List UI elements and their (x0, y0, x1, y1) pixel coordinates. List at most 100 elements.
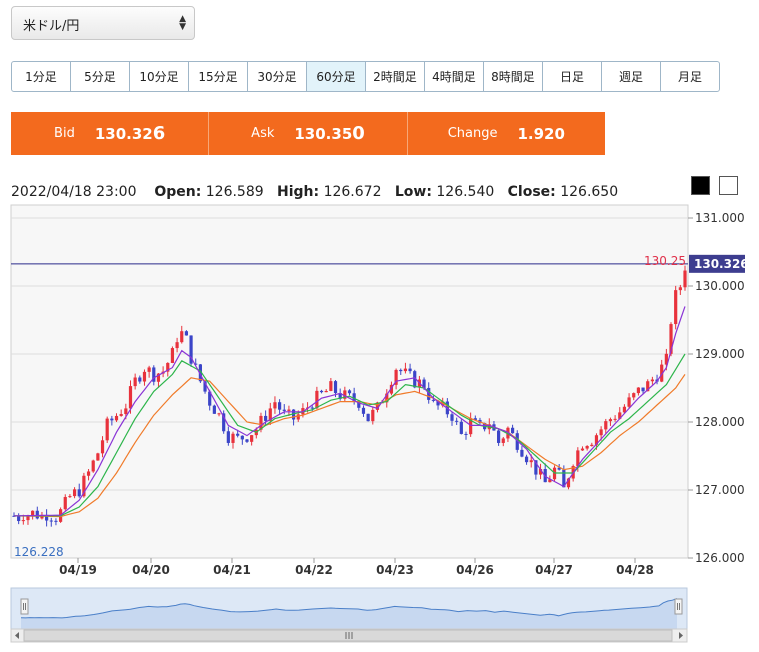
candle-body (501, 438, 505, 443)
x-tick-label: 04/21 (213, 563, 251, 577)
candle-body (366, 413, 370, 422)
candle-body (347, 390, 352, 394)
candle-body (212, 405, 216, 414)
candle-body (133, 377, 137, 387)
y-tick-label: 129.000 (695, 347, 745, 361)
candle-body (361, 407, 366, 414)
candle-body (333, 381, 338, 394)
navigator-left-handle[interactable] (20, 598, 29, 615)
candle-body (408, 368, 412, 372)
candle-body (86, 471, 91, 476)
candle-body (627, 397, 631, 407)
low-marker-label: 126.228 (14, 545, 64, 559)
candle-body (529, 460, 533, 463)
x-tick-label: 04/22 (295, 563, 333, 577)
candle-body (371, 409, 375, 422)
candle-body (580, 448, 585, 451)
candle-body (100, 440, 105, 454)
candle-body (184, 331, 189, 336)
y-tick-label: 130.000 (695, 279, 745, 293)
candle-body (264, 415, 268, 421)
candle-body (240, 435, 244, 440)
candle-body (147, 367, 151, 372)
navigator-right-handle[interactable] (674, 598, 683, 615)
candle-body (282, 409, 286, 411)
candle (170, 346, 175, 364)
candle-body (613, 418, 617, 420)
high-marker-label: 130.25 (644, 254, 686, 268)
plot-area (10, 204, 689, 559)
candle-body (250, 435, 254, 442)
candle-body (231, 433, 235, 443)
candle-body (455, 420, 459, 422)
y-tick-label: 127.000 (695, 483, 745, 497)
current-price-label: 130.326 (694, 257, 749, 271)
candle-body (77, 489, 81, 497)
candle-body (641, 387, 645, 392)
candle-body (245, 439, 249, 442)
candle-body (464, 433, 468, 435)
candle-body (142, 371, 147, 382)
candle-body (674, 290, 678, 325)
candle-body (450, 414, 454, 421)
candle-body (319, 390, 324, 393)
candle-body (310, 407, 314, 409)
candle-body (510, 427, 515, 434)
candle-body (650, 379, 654, 382)
candle-body (431, 399, 435, 401)
candle-body (287, 409, 291, 411)
candle-body (63, 497, 67, 510)
candle-body (170, 348, 175, 363)
x-tick-label: 04/23 (376, 563, 414, 577)
x-tick-label: 04/28 (616, 563, 654, 577)
candle-body (49, 520, 53, 522)
x-tick-label: 04/27 (535, 563, 573, 577)
candle-body (236, 433, 240, 436)
candle-body (17, 515, 21, 522)
candle-body (68, 496, 72, 498)
candle-body (124, 408, 128, 415)
x-tick-label: 04/20 (132, 563, 170, 577)
candle-body (636, 387, 641, 394)
scrollbar-thumb[interactable] (23, 629, 673, 642)
candle-body (315, 390, 319, 409)
candle (366, 413, 370, 422)
candle (105, 416, 109, 443)
candle-body (278, 402, 282, 410)
candle-body (180, 331, 184, 343)
candle-body (26, 516, 30, 521)
candle-body (459, 421, 463, 434)
candle-body (175, 342, 179, 349)
candle-body (329, 381, 333, 391)
candle-body (524, 456, 529, 463)
candle-body (119, 414, 123, 416)
x-tick-label: 04/26 (456, 563, 494, 577)
candle-body (520, 449, 524, 457)
candle-body (585, 446, 589, 449)
candle (91, 459, 95, 473)
price-chart[interactable]: 131.000 130.000 129.000 128.000 127.000 126.0… (0, 0, 759, 652)
candle-body (91, 460, 95, 472)
candle-body (497, 430, 501, 443)
candle-body (683, 270, 687, 288)
y-tick-label: 126.000 (695, 551, 745, 565)
candle (212, 404, 216, 414)
candle-body (105, 418, 109, 441)
candle-body (604, 421, 608, 430)
candle-body (599, 429, 603, 436)
candle (96, 452, 100, 461)
candle-body (608, 419, 613, 422)
candle-body (138, 377, 142, 382)
candle-body (114, 415, 119, 421)
candle-body (632, 393, 636, 398)
candle (674, 285, 678, 330)
candle-body (678, 287, 682, 291)
candle-body (399, 369, 403, 372)
candle-body (21, 520, 25, 522)
candle-body (110, 418, 114, 421)
x-tick-label: 04/19 (59, 563, 97, 577)
candle (189, 335, 193, 367)
y-tick-label: 131.000 (695, 211, 745, 225)
candle-body (128, 386, 133, 409)
candle-body (72, 489, 77, 497)
